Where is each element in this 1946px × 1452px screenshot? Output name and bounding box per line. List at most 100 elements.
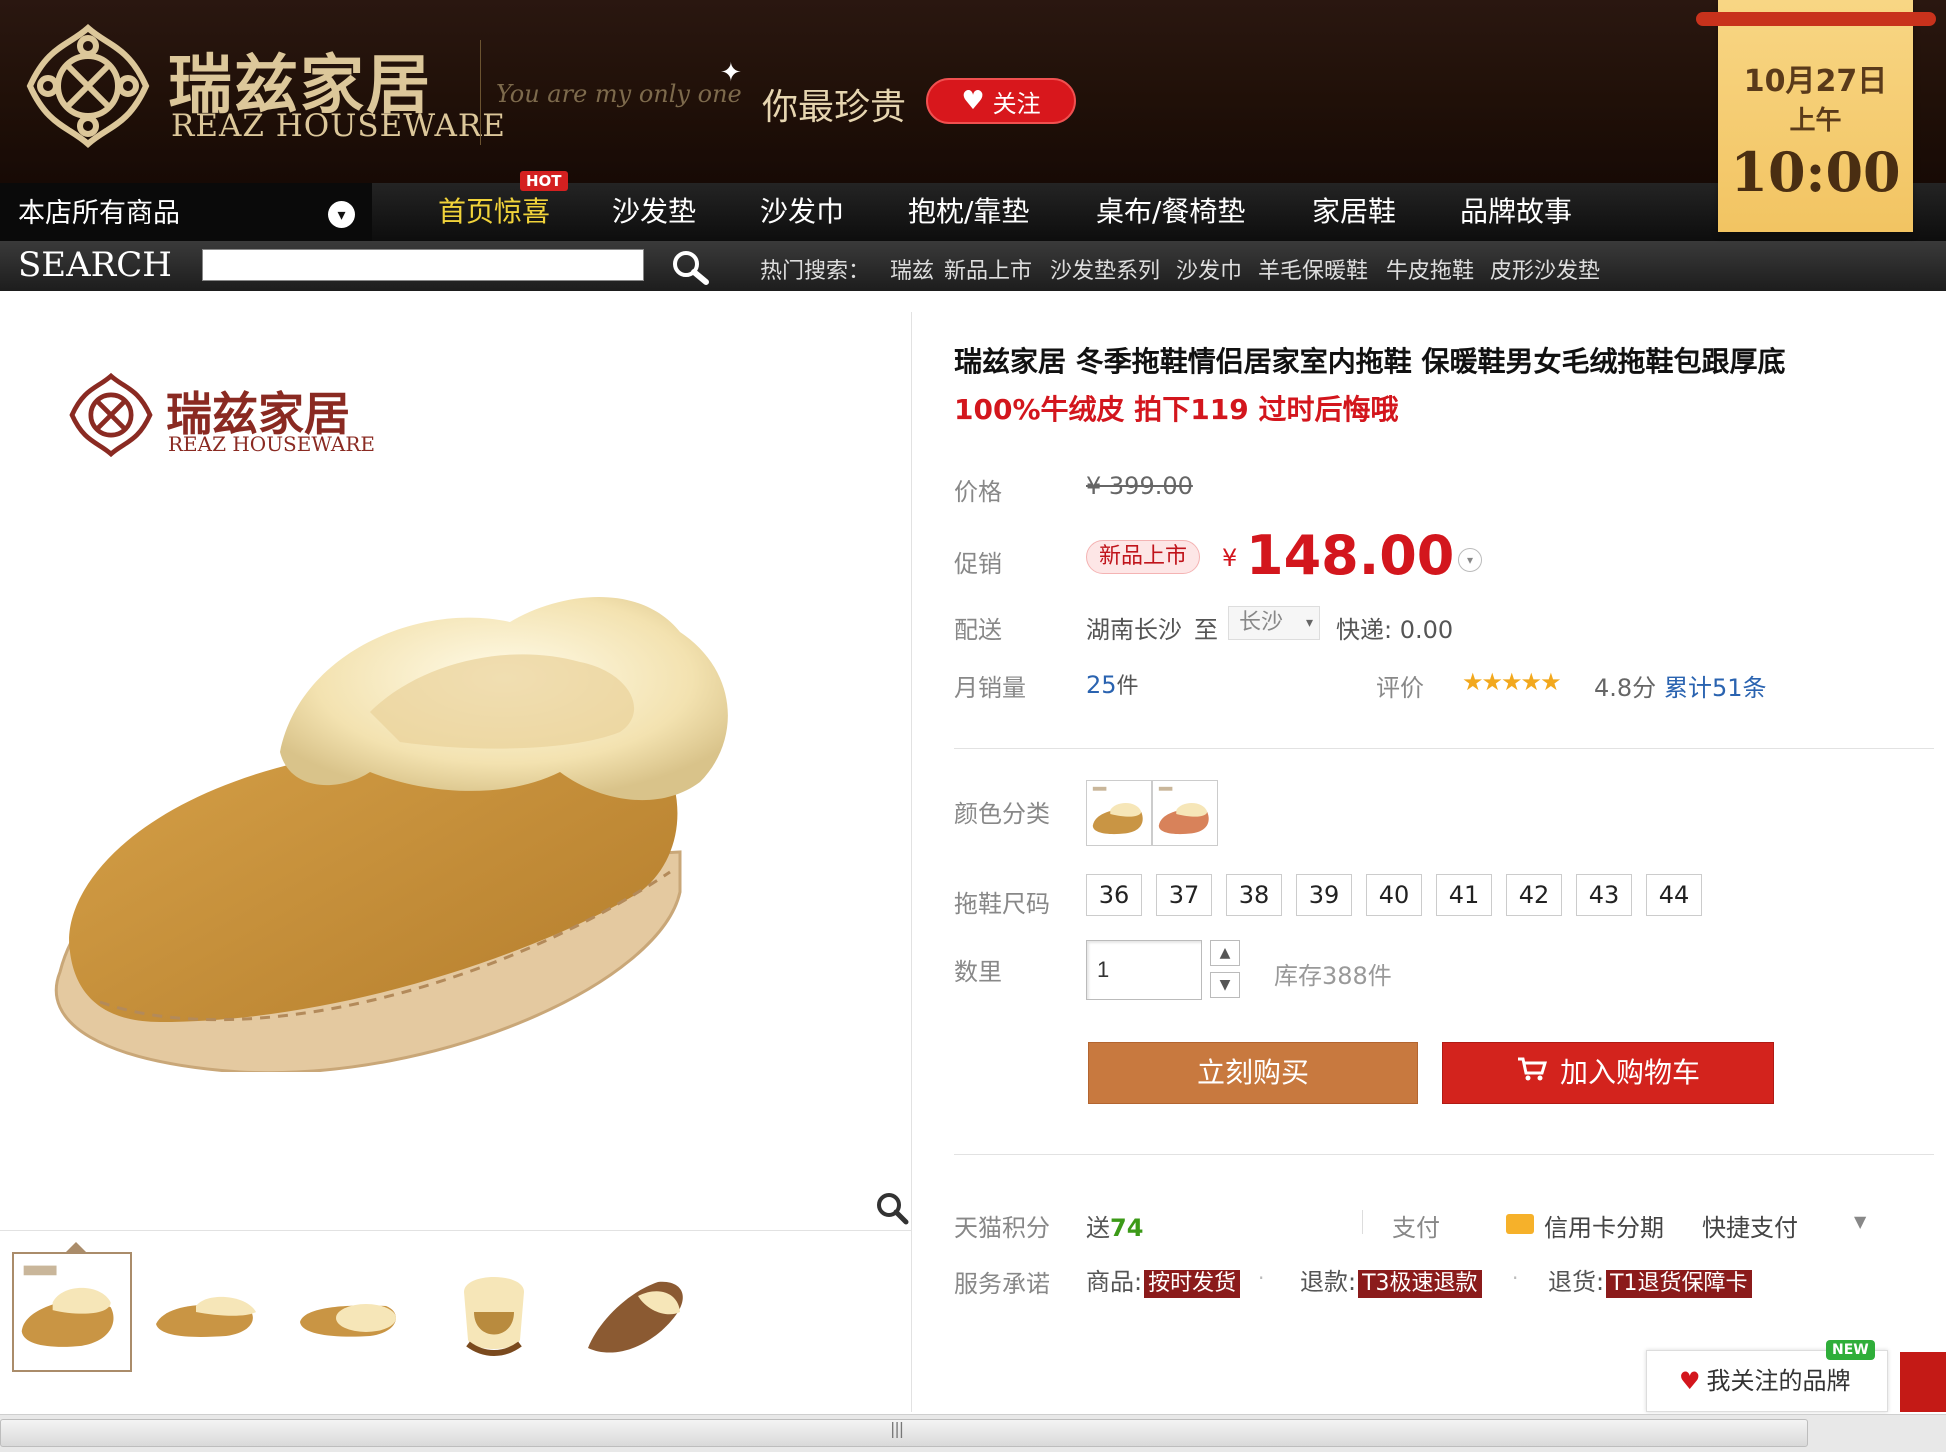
add-to-cart-button[interactable]: 加入购物车 [1442, 1042, 1774, 1104]
service-prefix: 退货: [1548, 1268, 1605, 1296]
hot-keyword[interactable]: 皮形沙发垫 [1490, 253, 1600, 285]
calendar-widget: 10月27日 上午 10:00 [1696, 0, 1936, 232]
size-option[interactable]: 41 [1436, 874, 1492, 916]
hot-keyword[interactable]: 沙发垫系列 [1050, 253, 1160, 285]
currency-symbol: ¥ [1222, 544, 1238, 572]
thumbnail-4[interactable] [434, 1252, 554, 1372]
monthly-sales-label: 月销量 [954, 674, 1026, 702]
color-option-camel[interactable] [1086, 780, 1152, 846]
hot-keyword[interactable]: 瑞兹 [890, 253, 934, 285]
service-label: 服务承诺 [954, 1270, 1050, 1298]
hot-keyword[interactable]: 新品上市 [944, 253, 1032, 285]
monthly-sales-value: 25 [1086, 671, 1117, 699]
thumbnail-2[interactable] [146, 1252, 266, 1372]
gallery-divider [0, 1230, 912, 1231]
review-count-link[interactable]: 累计51条 [1664, 668, 1767, 703]
chevron-down-icon[interactable]: ▾ [1458, 548, 1482, 572]
nav-item-tablecloth[interactable]: 桌布/餐椅垫 [1096, 183, 1245, 241]
follow-button[interactable]: ♥ 关注 [926, 78, 1076, 124]
caret-down-icon[interactable]: ▼ [1854, 1212, 1866, 1231]
heart-icon: ♥ [1679, 1367, 1701, 1395]
side-tab[interactable] [1900, 1352, 1946, 1412]
nav-item-pillow[interactable]: 抱枕/靠垫 [908, 183, 1029, 241]
monthly-sales-unit: 件 [1116, 674, 1139, 699]
thumbnail-5[interactable] [578, 1252, 698, 1372]
installment-option[interactable]: 信用卡分期 [1544, 1208, 1664, 1243]
new-badge: NEW [1826, 1340, 1875, 1360]
store-logo-en: REAZ HOUSEWARE [168, 432, 376, 456]
main-product-image[interactable] [40, 552, 880, 1072]
quantity-increase-icon[interactable]: ▲ [1210, 940, 1240, 966]
scrollbar-grip-icon: ||| [890, 1419, 904, 1438]
hot-keyword[interactable]: 羊毛保暖鞋 [1258, 253, 1368, 285]
sparkle-icon: ✦ [720, 58, 742, 88]
ship-to-label: 至 [1194, 616, 1218, 644]
product-gallery: 瑞兹家居 REAZ HOUSEWARE [0, 312, 912, 1412]
rating-label: 评价 [1376, 674, 1424, 702]
thumbnail-3[interactable] [290, 1252, 410, 1372]
horizontal-scrollbar[interactable]: ||| [0, 1414, 1946, 1452]
service-prefix: 商品: [1086, 1268, 1143, 1296]
brand-name-en: REAZ HOUSEWARE [171, 108, 506, 144]
payment-label: 支付 [1392, 1214, 1440, 1242]
quantity-input[interactable] [1086, 940, 1202, 1000]
size-option[interactable]: 37 [1156, 874, 1212, 916]
rating-score: 4.8分 [1594, 674, 1657, 702]
size-option[interactable]: 36 [1086, 874, 1142, 916]
product-subtitle: 100%牛绒皮 拍下119 过时后悔哦 [954, 393, 1399, 426]
divider [954, 1154, 1934, 1155]
scrollbar-thumb[interactable] [0, 1419, 1808, 1447]
size-option[interactable]: 40 [1366, 874, 1422, 916]
search-icon[interactable] [668, 247, 716, 287]
hot-badge: HOT [520, 171, 568, 191]
price-label: 价格 [954, 478, 1002, 506]
nav-item-home-shoes[interactable]: 家居鞋 [1312, 183, 1396, 241]
thumbnail-1[interactable] [12, 1252, 132, 1372]
heart-icon: ♥ [961, 86, 985, 116]
service-prefix: 退款: [1300, 1268, 1357, 1296]
slogan-en: You are my only one [496, 80, 742, 108]
size-label: 拖鞋尺码 [954, 890, 1050, 918]
quick-pay-option[interactable]: 快捷支付 [1702, 1208, 1798, 1243]
service-item[interactable]: 退货: T1退货保障卡 [1548, 1262, 1752, 1298]
zoom-icon[interactable] [872, 1188, 912, 1228]
size-option[interactable]: 44 [1646, 874, 1702, 916]
follow-label: 关注 [992, 89, 1041, 118]
separator-dot: · [1258, 1266, 1265, 1290]
divider [1362, 1210, 1363, 1234]
all-products-label: 本店所有商品 [18, 198, 180, 229]
promo-price: 148.00 [1246, 524, 1455, 587]
chevron-down-icon: ▾ [328, 201, 355, 228]
hot-search-label: 热门搜索： [760, 259, 871, 284]
store-logo-icon [69, 372, 153, 458]
service-item[interactable]: 商品: 按时发货 [1086, 1262, 1241, 1298]
size-option[interactable]: 43 [1576, 874, 1632, 916]
all-products-menu[interactable]: 本店所有商品 ▾ [0, 183, 372, 241]
nav-item-sofa-towel[interactable]: 沙发巾 [760, 183, 844, 241]
points-label: 天猫积分 [954, 1214, 1050, 1242]
size-option[interactable]: 38 [1226, 874, 1282, 916]
service-badge: T3极速退款 [1358, 1270, 1482, 1298]
service-badge: T1退货保障卡 [1606, 1270, 1752, 1298]
hot-keyword[interactable]: 沙发巾 [1176, 253, 1242, 285]
ship-city-select[interactable]: 长沙 ▾ [1228, 606, 1320, 640]
size-option[interactable]: 39 [1296, 874, 1352, 916]
search-label: SEARCH [18, 245, 172, 285]
color-option-orange[interactable] [1152, 780, 1218, 846]
size-option[interactable]: 42 [1506, 874, 1562, 916]
buy-now-button[interactable]: 立刻购买 [1088, 1042, 1418, 1104]
nav-item-brand-story[interactable]: 品牌故事 [1460, 183, 1572, 241]
search-input[interactable] [202, 249, 644, 281]
quantity-decrease-icon[interactable]: ▼ [1210, 972, 1240, 998]
service-item[interactable]: 退款: T3极速退款 [1300, 1262, 1482, 1298]
nav-item-home[interactable]: 首页惊喜 [438, 183, 550, 241]
color-label: 颜色分类 [954, 800, 1050, 828]
nav-item-sofa-cushion[interactable]: 沙发垫 [612, 183, 696, 241]
quantity-label: 数里 [954, 958, 1002, 986]
promo-label: 促销 [954, 550, 1002, 578]
points-prefix: 送 [1086, 1214, 1110, 1242]
calendar-date: 10月27日 [1743, 64, 1888, 99]
stock-count: 库存388件 [1274, 962, 1392, 990]
hot-keyword[interactable]: 牛皮拖鞋 [1386, 253, 1474, 285]
brand-logo-icon[interactable] [24, 22, 152, 150]
